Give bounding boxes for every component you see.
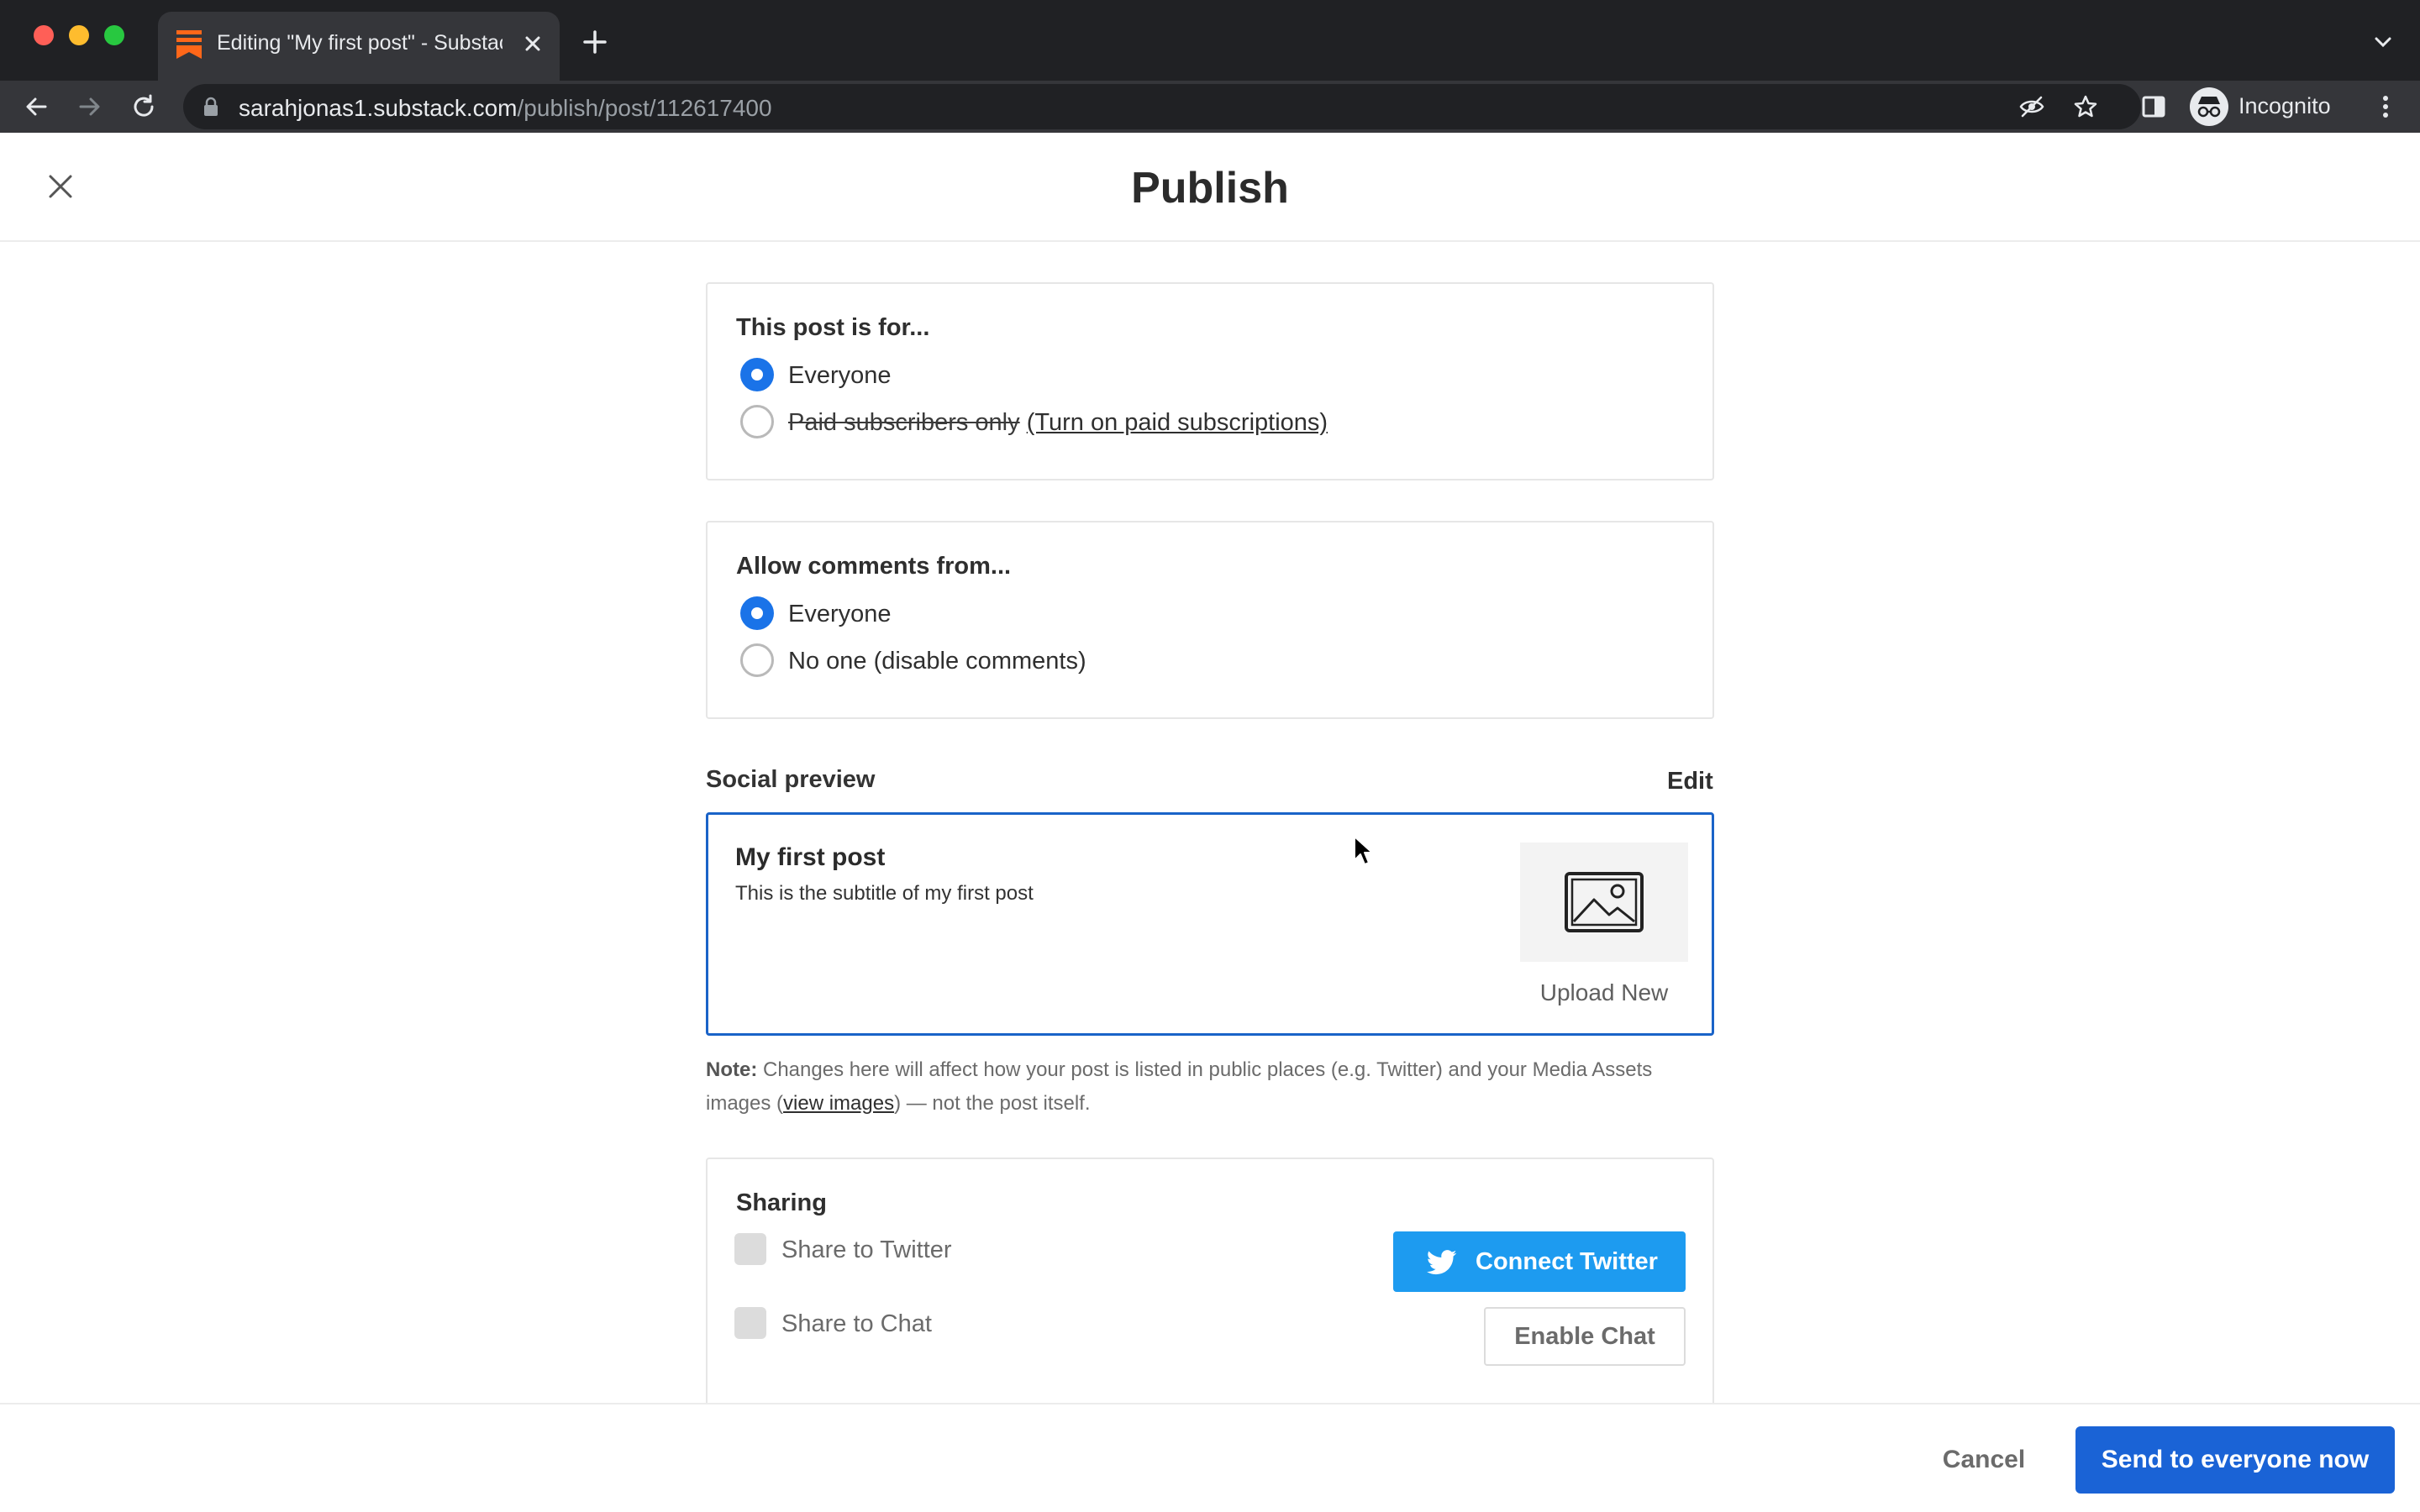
comments-everyone-radio[interactable] [740,596,774,630]
mouse-cursor-icon [1354,836,1373,865]
side-panel-icon[interactable] [2139,92,2168,121]
incognito-avatar[interactable] [2190,87,2228,126]
tab-title: Editing "My first post" - Substack [217,31,502,55]
comments-label: Allow comments from... [736,553,1012,580]
address-bar[interactable]: sarahjonas1.substack.com/publish/post/11… [183,84,2141,129]
audience-paid-label: Paid subscribers only [788,409,1020,436]
turn-on-paid-link[interactable]: (Turn on paid subscriptions) [1027,409,1328,436]
browser-toolbar: sarahjonas1.substack.com/publish/post/11… [0,81,2420,133]
incognito-icon [2197,97,2221,118]
audience-paid-option: Paid subscribers only (Turn on paid subs… [788,409,1328,437]
chevron-down-icon[interactable] [2370,29,2396,55]
social-preview-card[interactable]: My first post This is the subtitle of my… [706,812,1714,1036]
publish-header: Publish [0,133,2420,242]
browser-tab[interactable]: Editing "My first post" - Substack [158,12,560,81]
comments-everyone-label[interactable]: Everyone [788,601,892,628]
upload-new-button[interactable]: Upload New [1520,979,1688,1006]
back-icon[interactable] [22,92,50,121]
send-to-everyone-button[interactable]: Send to everyone now [2075,1426,2395,1494]
window-maximize-button[interactable] [104,25,124,45]
edit-preview-button[interactable]: Edit [1667,768,1713,795]
preview-post-title: My first post [735,843,886,871]
substack-icon [176,30,202,59]
share-twitter-label[interactable]: Share to Twitter [781,1236,952,1264]
audience-paid-radio[interactable] [740,405,774,438]
preview-post-subtitle: This is the subtitle of my first post [735,882,1034,905]
forward-icon[interactable] [76,92,104,121]
image-icon [1565,872,1644,932]
page-title: Publish [1131,164,1289,213]
twitter-icon [1427,1250,1457,1275]
share-chat-label[interactable]: Share to Chat [781,1310,932,1338]
share-chat-checkbox[interactable] [734,1307,766,1339]
note-prefix: Note: [706,1058,758,1081]
window-close-button[interactable] [34,25,54,45]
new-tab-icon[interactable] [580,27,610,57]
audience-everyone-radio[interactable] [740,358,774,391]
preview-image-placeholder[interactable] [1520,843,1688,962]
social-preview-title: Social preview [706,766,876,793]
comments-noone-radio[interactable] [740,643,774,677]
close-tab-icon[interactable] [518,29,548,59]
audience-everyone-label[interactable]: Everyone [788,362,892,390]
star-icon[interactable] [2072,93,2099,120]
sharing-title: Sharing [736,1189,827,1216]
url-text: sarahjonas1.substack.com/publish/post/11… [239,95,772,122]
connect-twitter-button[interactable]: Connect Twitter [1393,1231,1686,1292]
comments-noone-label[interactable]: No one (disable comments) [788,648,1086,675]
preview-note: Note: Changes here will affect how your … [706,1053,1714,1121]
browser-tab-bar: Editing "My first post" - Substack [0,0,2420,81]
reload-icon[interactable] [129,92,158,121]
profile-label[interactable]: Incognito [2238,93,2331,119]
share-twitter-checkbox[interactable] [734,1233,766,1265]
view-images-link[interactable]: view images [783,1092,894,1115]
window-minimize-button[interactable] [69,25,89,45]
cancel-button[interactable]: Cancel [1929,1435,2039,1485]
more-menu-icon[interactable] [2371,92,2400,121]
enable-chat-button[interactable]: Enable Chat [1484,1307,1686,1366]
connect-twitter-label: Connect Twitter [1476,1248,1658,1275]
url-path: /publish/post/112617400 [517,95,772,121]
audience-label: This post is for... [736,314,930,341]
eye-off-icon[interactable] [2018,93,2045,120]
note-text-after: ) — not the post itself. [894,1092,1091,1115]
publish-footer: Cancel Send to everyone now [0,1403,2420,1512]
lock-icon [204,97,218,116]
url-host: sarahjonas1.substack.com [239,95,518,121]
